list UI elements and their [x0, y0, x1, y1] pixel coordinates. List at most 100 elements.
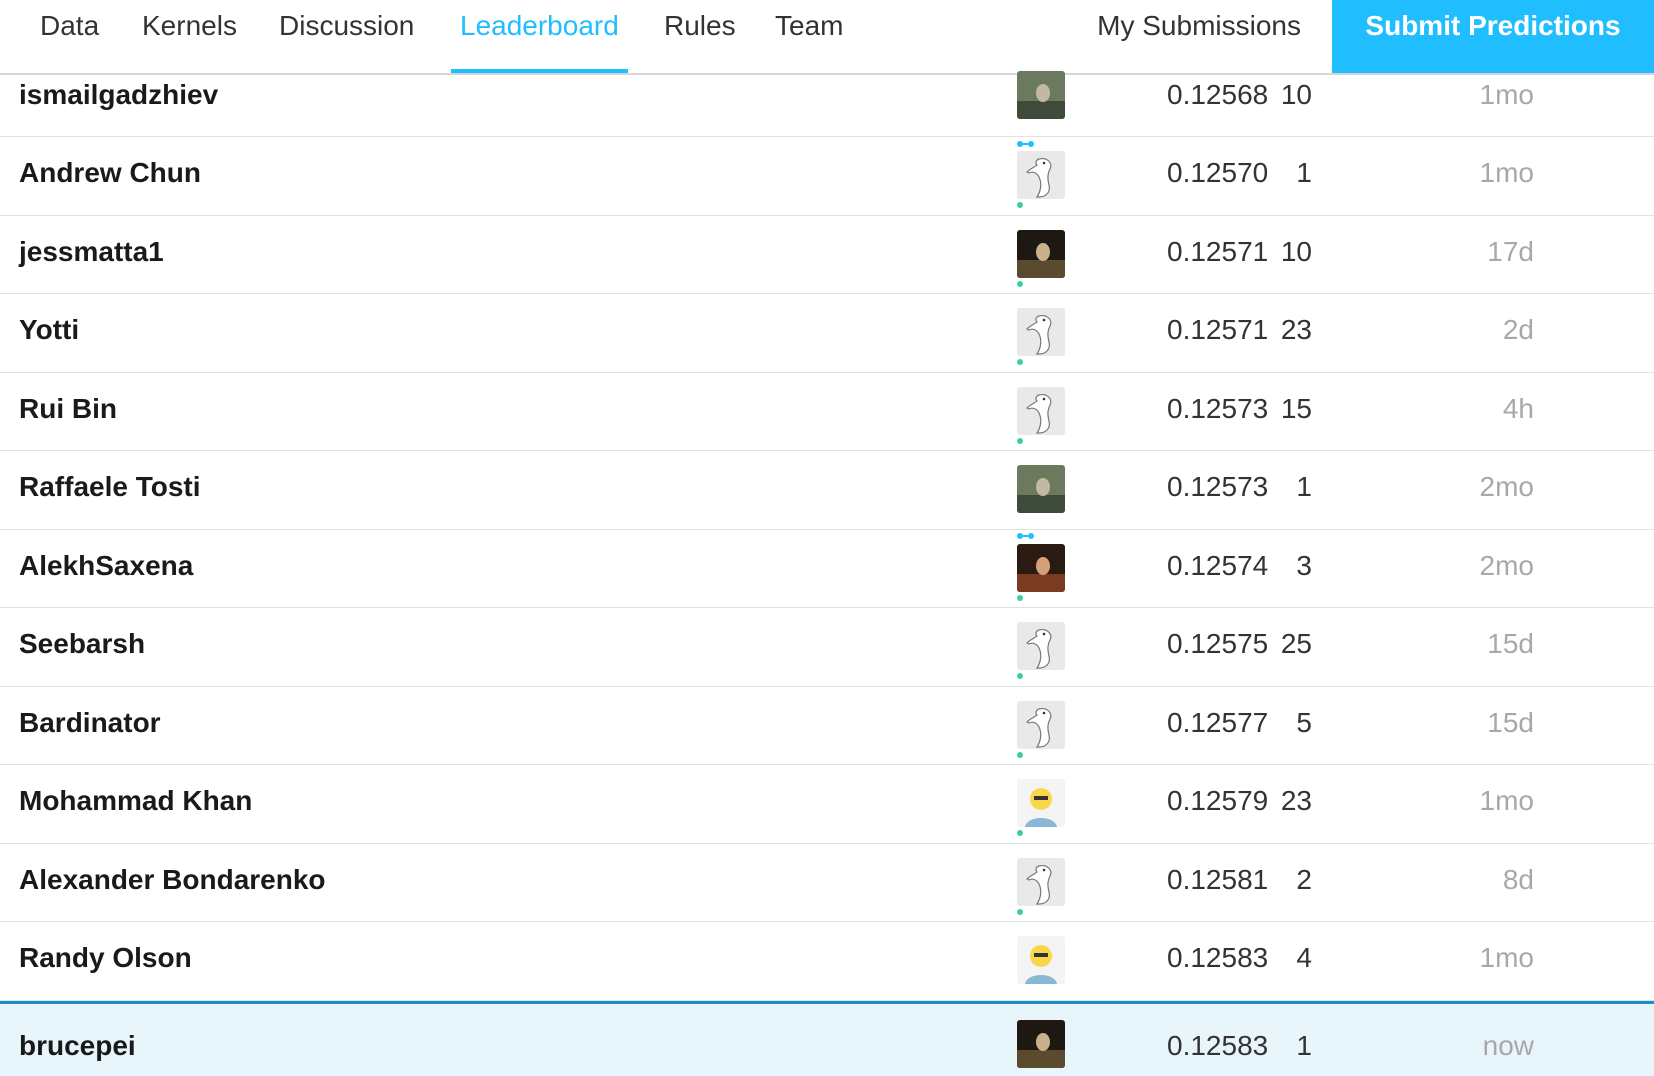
last-submission-time: 4h: [1502, 392, 1534, 424]
table-row[interactable]: Bardinator 0.12577 5 15d: [0, 687, 1654, 765]
team-name[interactable]: Andrew Chun: [19, 157, 201, 189]
last-submission-time: 1mo: [1479, 942, 1534, 973]
entries-count: 23: [1280, 314, 1312, 345]
photo-avatar[interactable]: [1017, 465, 1065, 513]
last-submission-time: 15d: [1487, 706, 1534, 738]
team-name[interactable]: Yotti: [19, 314, 79, 346]
entries-count: 5: [1296, 706, 1312, 738]
table-row[interactable]: AlekhSaxena 0.12574 3 2mo: [0, 530, 1654, 608]
team-name[interactable]: Raffaele Tosti: [19, 471, 201, 503]
table-row[interactable]: Andrew Chun 0.12570 1 1mo: [0, 137, 1654, 216]
default-goose-avatar[interactable]: [1017, 622, 1065, 670]
my-submissions-link[interactable]: My Submissions: [1097, 0, 1301, 52]
table-row[interactable]: Mohammad Khan 0.12579 23 1mo: [0, 765, 1654, 844]
last-submission-time: 15d: [1487, 628, 1534, 659]
novice-tier-icon: [1017, 908, 1023, 915]
entries-count: 10: [1280, 235, 1312, 267]
table-row[interactable]: ismailgadzhiev 0.12568 10 1mo: [0, 71, 1654, 147]
entries-count: 15: [1280, 392, 1312, 424]
tab-data[interactable]: Data: [40, 0, 99, 73]
novice-tier-icon: [1017, 751, 1023, 758]
score-value: 0.12573: [1167, 471, 1269, 502]
table-row[interactable]: Seebarsh 0.12575 25 15d: [0, 608, 1654, 687]
photo-avatar[interactable]: [1017, 229, 1065, 278]
score-value: 0.12573: [1167, 392, 1269, 424]
entries-count: 25: [1280, 628, 1312, 659]
submit-predictions-button[interactable]: Submit Predictions: [1332, 0, 1654, 73]
novice-tier-icon: [1017, 673, 1023, 679]
novice-tier-icon: [1017, 202, 1023, 208]
last-submission-time: 2mo: [1479, 471, 1534, 502]
current-user-row[interactable]: brucepei 0.12583 1 now: [0, 1000, 1654, 1076]
entries-count: 1: [1296, 157, 1312, 188]
table-row[interactable]: Rui Bin 0.12573 15 4h: [0, 373, 1654, 451]
entries-count: 1: [1296, 471, 1312, 502]
entries-count: 1: [1296, 1029, 1312, 1061]
default-goose-avatar[interactable]: [1017, 308, 1065, 356]
team-name[interactable]: Seebarsh: [19, 628, 145, 660]
entries-count: 23: [1280, 785, 1312, 816]
score-value: 0.12571: [1167, 235, 1269, 267]
last-submission-time: 1mo: [1479, 157, 1534, 188]
default-goose-avatar[interactable]: [1017, 386, 1065, 435]
team-name[interactable]: Randy Olson: [19, 942, 192, 974]
contributor-tier-icon: [1017, 515, 1035, 539]
score-value: 0.12575: [1167, 628, 1269, 659]
score-value: 0.12577: [1167, 706, 1269, 738]
contributor-tier-icon: [1017, 986, 1035, 1010]
team-name[interactable]: jessmatta1: [19, 236, 164, 268]
novice-tier-icon: [1017, 437, 1023, 444]
last-submission-time: 1mo: [1479, 785, 1534, 816]
table-row[interactable]: Alexander Bondarenko 0.12581 2 8d: [0, 844, 1654, 922]
team-name[interactable]: ismailgadzhiev: [19, 79, 218, 111]
last-submission-time: now: [1482, 1029, 1534, 1061]
cartoon-avatar[interactable]: [1017, 779, 1065, 827]
last-submission-time: 2mo: [1479, 549, 1534, 581]
tab-team[interactable]: Team: [775, 0, 843, 73]
score-value: 0.12571: [1167, 314, 1269, 345]
last-submission-time: 8d: [1502, 863, 1534, 895]
entries-count: 10: [1280, 79, 1312, 110]
photo-avatar[interactable]: [1017, 71, 1065, 119]
default-goose-avatar[interactable]: [1017, 700, 1065, 749]
score-value: 0.12581: [1167, 863, 1269, 895]
contributor-tier-icon: [1017, 123, 1035, 147]
tab-rules[interactable]: Rules: [664, 0, 736, 73]
novice-tier-icon: [1017, 830, 1023, 836]
photo-avatar[interactable]: [1017, 1019, 1065, 1068]
last-submission-time: 1mo: [1479, 79, 1534, 110]
entries-count: 2: [1296, 863, 1312, 895]
novice-tier-icon: [1017, 280, 1023, 287]
score-value: 0.12574: [1167, 549, 1269, 581]
team-name[interactable]: AlekhSaxena: [19, 550, 193, 582]
table-row[interactable]: jessmatta1 0.12571 10 17d: [0, 216, 1654, 294]
tab-kernels[interactable]: Kernels: [142, 0, 237, 73]
team-name[interactable]: Alexander Bondarenko: [19, 864, 326, 896]
table-row[interactable]: Randy Olson 0.12583 4 1mo: [0, 922, 1654, 1010]
tab-discussion[interactable]: Discussion: [279, 0, 414, 73]
score-value: 0.12570: [1167, 157, 1269, 188]
entries-count: 3: [1296, 549, 1312, 581]
novice-tier-icon: [1017, 359, 1023, 365]
last-submission-time: 2d: [1502, 314, 1534, 345]
score-value: 0.12583: [1167, 1029, 1269, 1061]
score-value: 0.12583: [1167, 942, 1269, 973]
photo-avatar[interactable]: [1017, 543, 1065, 592]
table-row[interactable]: Raffaele Tosti 0.12573 1 2mo: [0, 451, 1654, 539]
team-name[interactable]: Bardinator: [19, 707, 161, 739]
competition-nav: Data Kernels Discussion Leaderboard Rule…: [0, 0, 1654, 75]
table-row[interactable]: Yotti 0.12571 23 2d: [0, 294, 1654, 373]
last-submission-time: 17d: [1487, 235, 1534, 267]
default-goose-avatar[interactable]: [1017, 857, 1065, 906]
score-value: 0.12568: [1167, 79, 1269, 110]
cartoon-avatar[interactable]: [1017, 936, 1065, 984]
score-value: 0.12579: [1167, 785, 1269, 816]
leaderboard-table: ismailgadzhiev 0.12568 10 1mo Andrew Chun 0.1…: [0, 71, 1654, 1076]
team-name[interactable]: Mohammad Khan: [19, 785, 252, 817]
default-goose-avatar[interactable]: [1017, 151, 1065, 199]
novice-tier-icon: [1017, 594, 1023, 601]
entries-count: 4: [1296, 942, 1312, 973]
tab-leaderboard[interactable]: Leaderboard: [451, 0, 628, 73]
team-name[interactable]: Rui Bin: [19, 393, 117, 425]
team-name[interactable]: brucepei: [19, 1030, 136, 1062]
